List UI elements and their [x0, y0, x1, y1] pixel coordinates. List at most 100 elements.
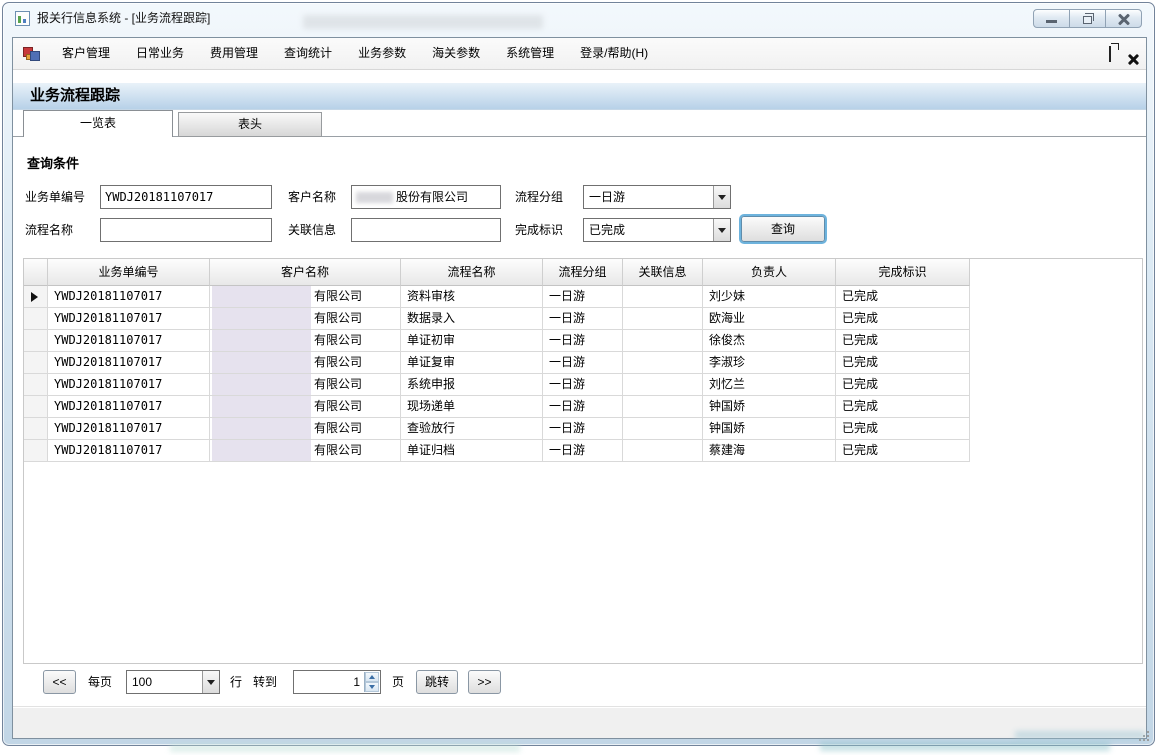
row-selector[interactable] — [24, 286, 48, 308]
dropdown-button[interactable] — [202, 671, 219, 693]
cell-flow-group: 一日游 — [543, 418, 623, 440]
page-spinner[interactable] — [364, 672, 379, 692]
row-selector[interactable] — [24, 440, 48, 462]
restore-button[interactable] — [1069, 9, 1106, 28]
col-related-info[interactable]: 关联信息 — [623, 259, 703, 286]
chevron-down-icon — [369, 685, 375, 689]
redacted-text-blur — [212, 396, 311, 417]
window-title: 报关行信息系统 - [业务流程跟踪] — [37, 3, 210, 34]
background-artifact — [303, 15, 543, 29]
redacted-text-blur — [212, 440, 311, 461]
cell-order-no: YWDJ20181107017 — [48, 374, 210, 396]
cell-related-info — [623, 352, 703, 374]
cell-related-info — [623, 440, 703, 462]
mdi-child-icon[interactable] — [23, 46, 39, 61]
chevron-down-icon — [718, 228, 726, 233]
table-row[interactable]: YWDJ20181107017 有限公司 单证复审 一日游 李淑珍 已完成 — [24, 352, 1142, 374]
table-row[interactable]: YWDJ20181107017 有限公司 查验放行 一日游 钟国娇 已完成 — [24, 418, 1142, 440]
dropdown-button[interactable] — [713, 219, 730, 241]
cell-related-info — [623, 374, 703, 396]
col-status[interactable]: 完成标识 — [836, 259, 970, 286]
cell-owner: 李淑珍 — [703, 352, 836, 374]
spin-up-button[interactable] — [365, 672, 379, 682]
spin-down-button[interactable] — [365, 682, 379, 692]
row-selector[interactable] — [24, 330, 48, 352]
cell-customer: 有限公司 — [210, 352, 401, 374]
cell-flow-group: 一日游 — [543, 352, 623, 374]
resize-grip-icon[interactable] — [1139, 731, 1141, 733]
cell-flow-group: 一日游 — [543, 308, 623, 330]
chevron-down-icon — [207, 680, 215, 685]
client-area: 客户管理 日常业务 费用管理 查询统计 业务参数 海关参数 系统管理 登录/帮助… — [12, 37, 1147, 739]
cell-customer: 有限公司 — [210, 330, 401, 352]
row-selector[interactable] — [24, 374, 48, 396]
dropdown-button[interactable] — [713, 186, 730, 208]
cell-order-no: YWDJ20181107017 — [48, 308, 210, 330]
menu-item-business-params[interactable]: 业务参数 — [345, 38, 419, 69]
menu-item-daily-business[interactable]: 日常业务 — [123, 38, 197, 69]
page-number-input[interactable]: 1 — [293, 670, 381, 694]
row-selector[interactable] — [24, 308, 48, 330]
cell-flow-group: 一日游 — [543, 440, 623, 462]
col-order-no[interactable]: 业务单编号 — [48, 259, 210, 286]
tab-page-overview: 查询条件 业务单编号 YWDJ20181107017 客户名称 股份有限公司 流… — [13, 136, 1146, 708]
tab-header[interactable]: 表头 — [178, 112, 322, 137]
per-page-label: 每页 — [88, 670, 112, 694]
cell-flow-group: 一日游 — [543, 396, 623, 418]
row-selector[interactable] — [24, 418, 48, 440]
cell-customer: 有限公司 — [210, 396, 401, 418]
cell-owner: 刘忆兰 — [703, 374, 836, 396]
cell-order-no: YWDJ20181107017 — [48, 418, 210, 440]
related-info-input[interactable] — [351, 218, 501, 242]
redacted-text-blur — [212, 352, 311, 373]
table-row[interactable]: YWDJ20181107017 有限公司 单证归档 一日游 蔡建海 已完成 — [24, 440, 1142, 462]
results-grid: 业务单编号 客户名称 流程名称 流程分组 关联信息 负责人 完成标识 YWDJ2… — [23, 258, 1143, 664]
jump-button[interactable]: 跳转 — [416, 670, 458, 694]
table-row[interactable]: YWDJ20181107017 有限公司 系统申报 一日游 刘忆兰 已完成 — [24, 374, 1142, 396]
minimize-button[interactable] — [1033, 9, 1070, 28]
complete-flag-select[interactable]: 已完成 — [583, 218, 731, 242]
order-no-input[interactable]: YWDJ20181107017 — [100, 185, 272, 209]
menu-bar: 客户管理 日常业务 费用管理 查询统计 业务参数 海关参数 系统管理 登录/帮助… — [13, 38, 1146, 70]
row-selector[interactable] — [24, 396, 48, 418]
col-owner[interactable]: 负责人 — [703, 259, 836, 286]
menu-item-system-mgmt[interactable]: 系统管理 — [493, 38, 567, 69]
rows-label: 行 — [230, 670, 242, 694]
page-unit-label: 页 — [392, 670, 404, 694]
prev-page-button[interactable]: << — [43, 670, 76, 694]
menu-item-fee-mgmt[interactable]: 费用管理 — [197, 38, 271, 69]
cell-flow-group: 一日游 — [543, 286, 623, 308]
menu-item-login-help[interactable]: 登录/帮助(H) — [567, 38, 661, 69]
flow-group-select[interactable]: 一日游 — [583, 185, 731, 209]
table-row[interactable]: YWDJ20181107017 有限公司 数据录入 一日游 欧海业 已完成 — [24, 308, 1142, 330]
close-button[interactable] — [1105, 9, 1142, 28]
application-window: 报关行信息系统 - [业务流程跟踪] 客户管理 日常业务 费用管理 查询统计 业… — [2, 2, 1155, 746]
col-flow-name[interactable]: 流程名称 — [401, 259, 543, 286]
cell-flow-name: 单证初审 — [401, 330, 543, 352]
table-row[interactable]: YWDJ20181107017 有限公司 现场递单 一日游 钟国娇 已完成 — [24, 396, 1142, 418]
close-icon — [1118, 13, 1130, 25]
cell-related-info — [623, 330, 703, 352]
row-selector[interactable] — [24, 352, 48, 374]
menu-item-query-stats[interactable]: 查询统计 — [271, 38, 345, 69]
cell-customer: 有限公司 — [210, 374, 401, 396]
pagination-bar: << 每页 100 行 转到 1 页 跳转 >> — [23, 668, 1143, 696]
menu-item-customer-mgmt[interactable]: 客户管理 — [49, 38, 123, 69]
search-button[interactable]: 查询 — [741, 216, 825, 242]
tab-overview[interactable]: 一览表 — [23, 110, 173, 137]
menu-item-customs-params[interactable]: 海关参数 — [419, 38, 493, 69]
table-row[interactable]: YWDJ20181107017 有限公司 资料审核 一日游 刘少妹 已完成 — [24, 286, 1142, 308]
cell-status: 已完成 — [836, 286, 970, 308]
next-page-button[interactable]: >> — [468, 670, 501, 694]
table-row[interactable]: YWDJ20181107017 有限公司 单证初审 一日游 徐俊杰 已完成 — [24, 330, 1142, 352]
title-bar[interactable]: 报关行信息系统 - [业务流程跟踪] — [3, 3, 1154, 35]
cell-flow-name: 单证复审 — [401, 352, 543, 374]
customer-input[interactable]: 股份有限公司 — [351, 185, 501, 209]
per-page-select[interactable]: 100 — [126, 670, 220, 694]
col-customer[interactable]: 客户名称 — [210, 259, 401, 286]
goto-label: 转到 — [253, 670, 277, 694]
col-flow-group[interactable]: 流程分组 — [543, 259, 623, 286]
flow-name-input[interactable] — [100, 218, 272, 242]
mdi-restore-button[interactable] — [1109, 47, 1111, 61]
redacted-text-blur — [212, 418, 311, 439]
